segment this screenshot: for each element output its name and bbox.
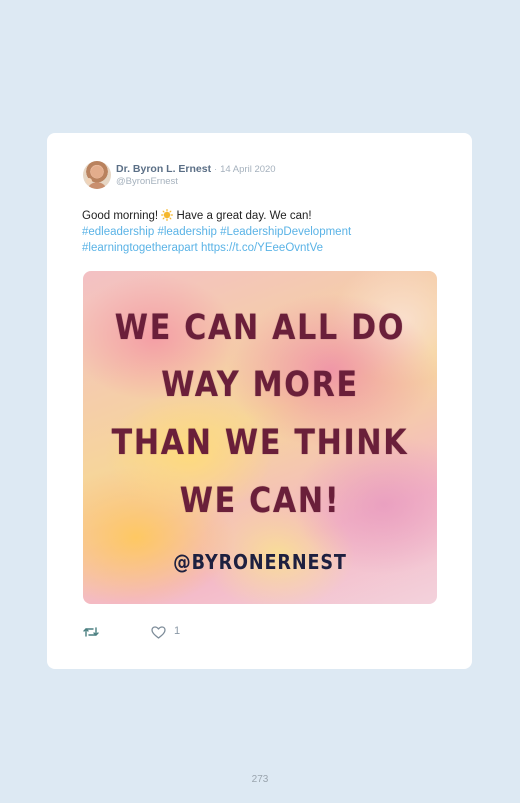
avatar[interactable]: [83, 161, 111, 189]
tweet-image[interactable]: WE CAN ALL DO WAY MORE THAN WE THINK WE …: [83, 271, 437, 604]
tweet-date[interactable]: 14 April 2020: [220, 164, 275, 175]
quote-line: WE CAN!: [179, 481, 341, 521]
sun-icon: [161, 209, 174, 221]
author-name[interactable]: Dr. Byron L. Ernest: [116, 163, 211, 175]
retweet-icon[interactable]: [83, 625, 99, 644]
tweet-actions: 1: [83, 623, 283, 643]
like-count: 1: [174, 625, 181, 637]
separator: ·: [214, 164, 218, 175]
hashtag-link[interactable]: #learningtogetherapart: [82, 242, 198, 254]
quote-line: WE CAN ALL DO: [114, 308, 406, 348]
page-number: 273: [251, 774, 269, 785]
image-handle-text: @BYRONERNEST: [173, 550, 347, 574]
author-handle[interactable]: @ByronErnest: [116, 176, 178, 187]
heart-icon[interactable]: [151, 626, 166, 644]
author-line: Dr. Byron L. Ernest · 14 April 2020: [116, 163, 276, 175]
tweet-card: Dr. Byron L. Ernest · 14 April 2020 @Byr…: [47, 133, 472, 669]
quote-line: THAN WE THINK: [111, 423, 409, 463]
tweet-text-rest: Have a great day. We can!: [176, 210, 312, 222]
quote-line: WAY MORE: [161, 365, 359, 405]
tweet-text-greeting: Good morning!: [82, 210, 159, 222]
url-link[interactable]: https://t.co/YEeeOvntVe: [201, 242, 323, 254]
hashtags-link[interactable]: #edleadership #leadership #LeadershipDev…: [82, 226, 351, 238]
tweet-text: Good morning! Have a great day. We can! …: [82, 208, 442, 256]
